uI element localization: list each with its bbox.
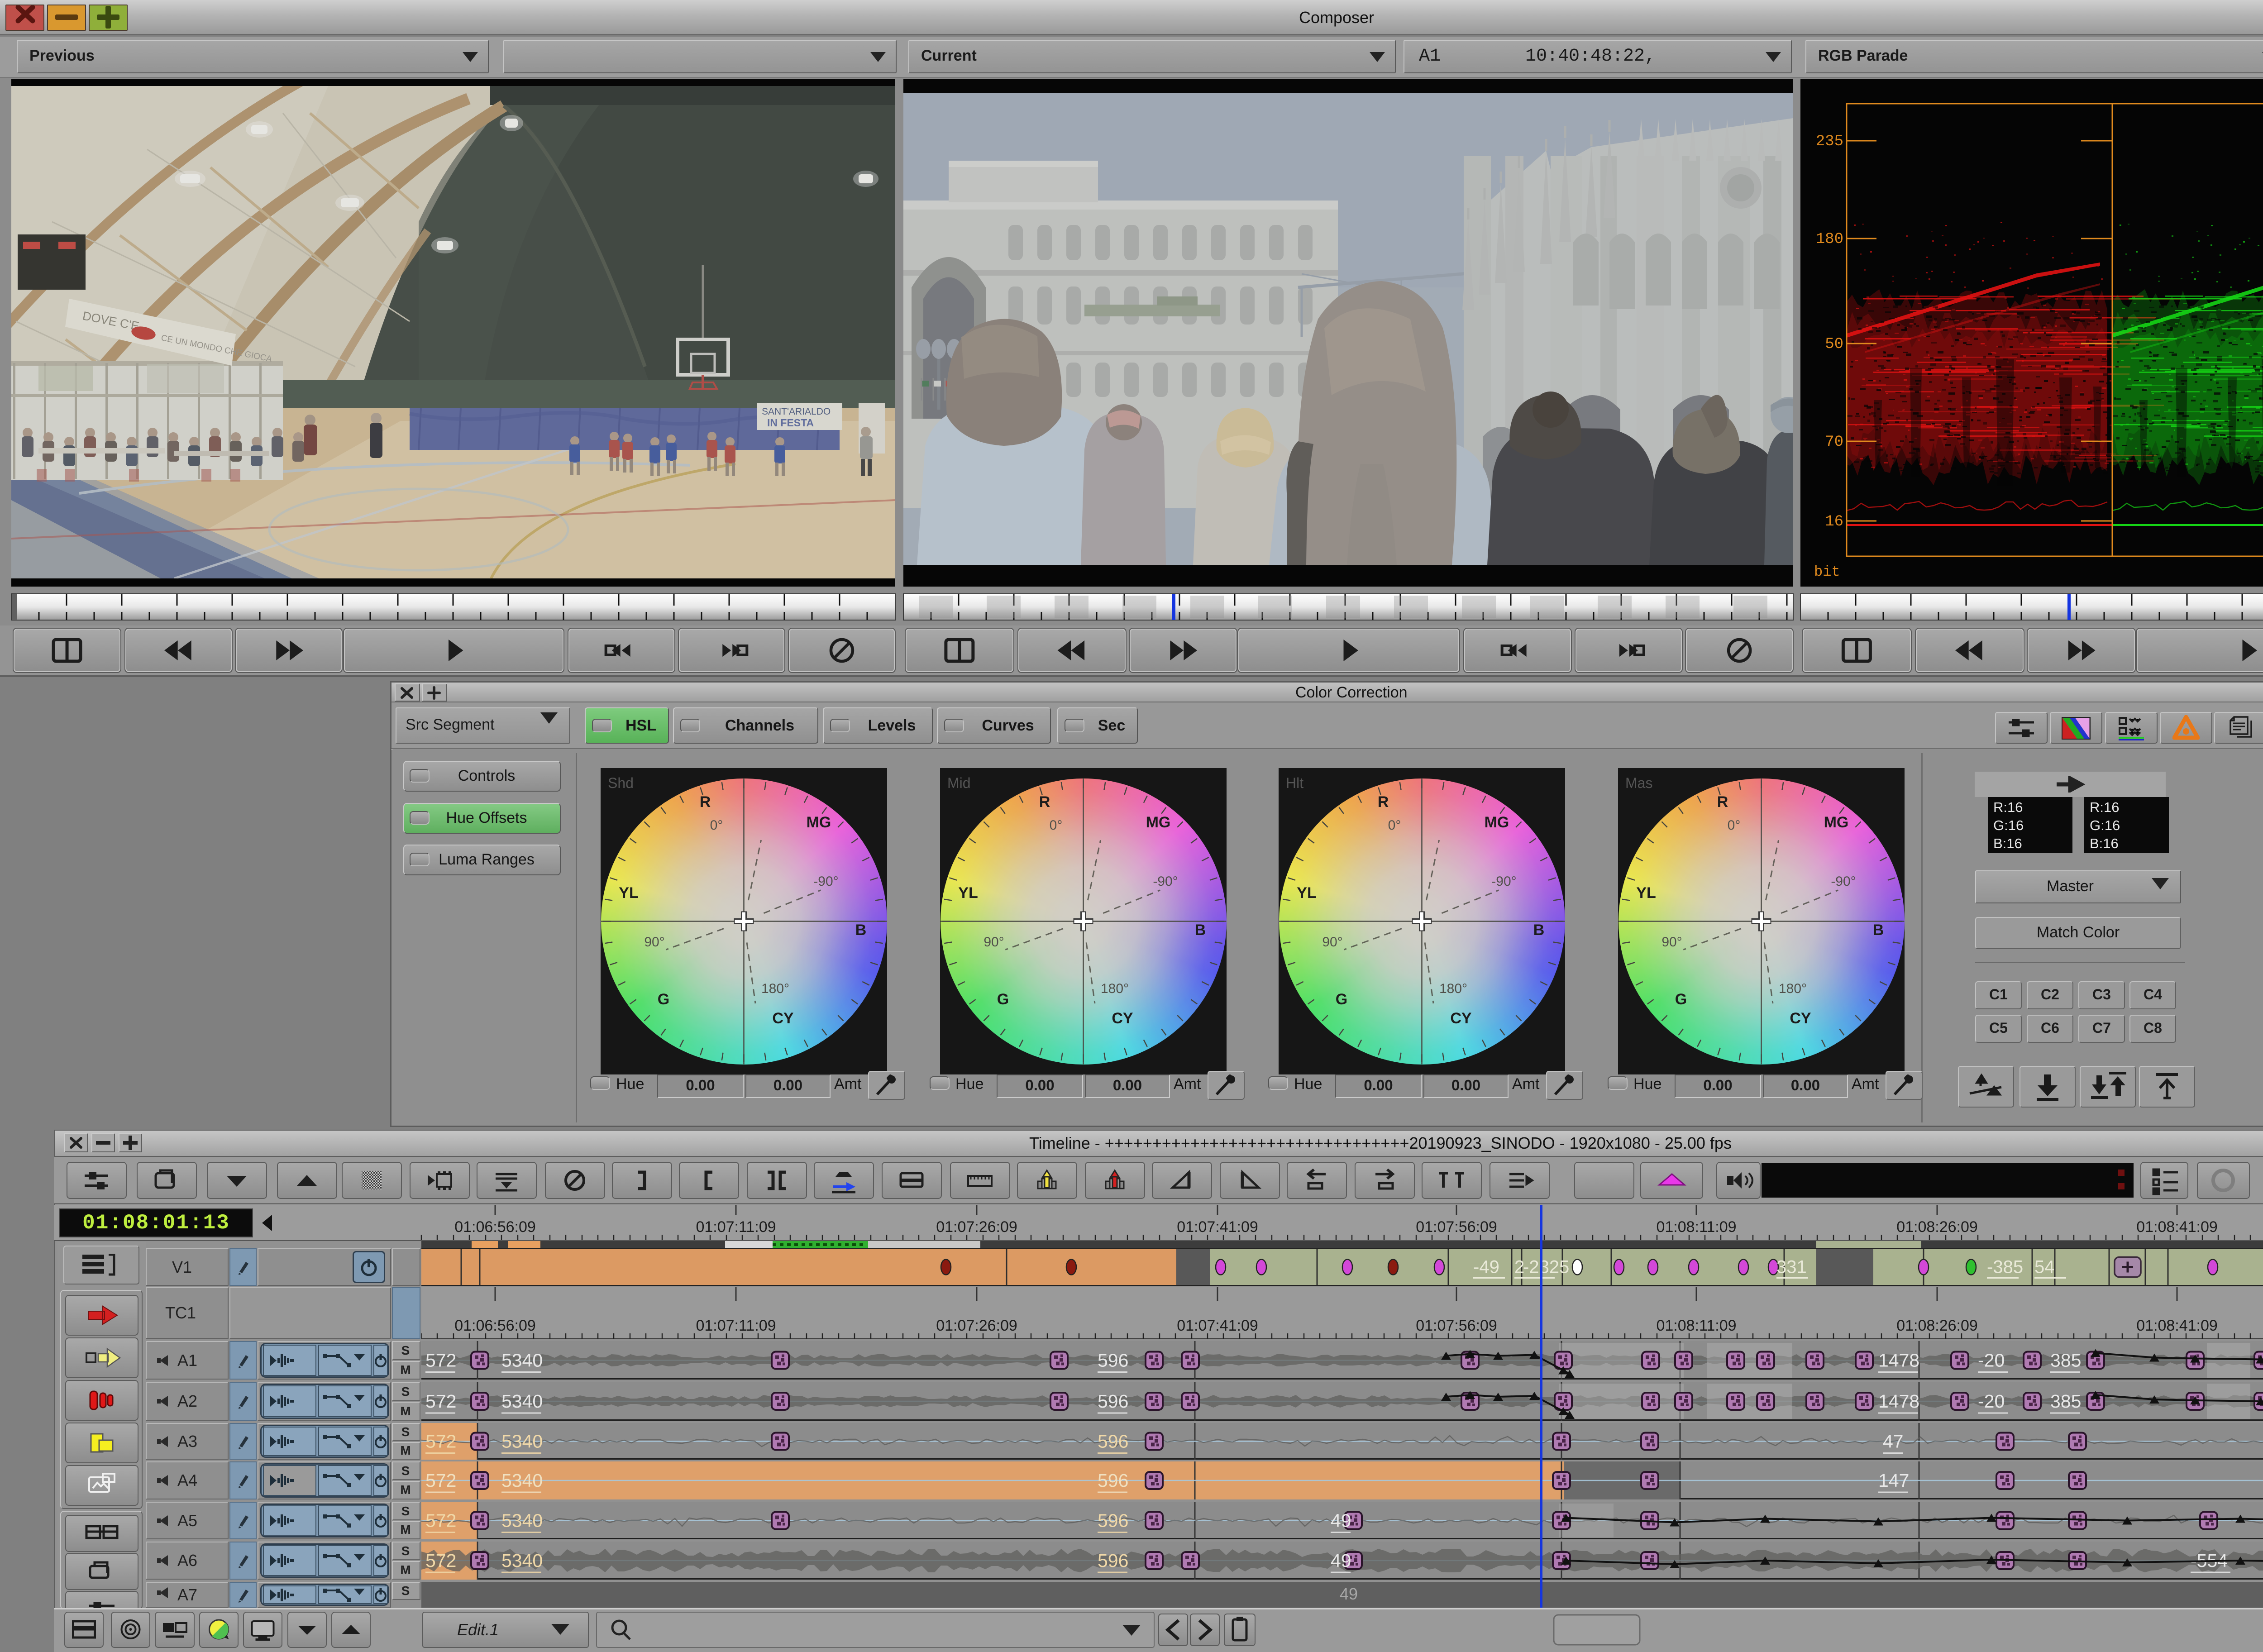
svg-text:01:07:56:09: 01:07:56:09 <box>1416 1218 1497 1236</box>
svg-text:G: G <box>1675 991 1687 1008</box>
svg-text:572: 572 <box>425 1391 456 1412</box>
svg-text:MG: MG <box>1824 814 1849 831</box>
svg-text:49: 49 <box>1331 1550 1351 1571</box>
svg-text:180: 180 <box>1816 231 1843 248</box>
svg-text:70: 70 <box>1825 434 1843 451</box>
svg-text:B: B <box>1533 921 1545 939</box>
svg-text:5340: 5340 <box>501 1510 543 1531</box>
svg-text:5340: 5340 <box>501 1550 543 1571</box>
svg-text:-90°: -90° <box>1153 874 1178 889</box>
svg-text:0°: 0° <box>710 818 723 833</box>
svg-text:385: 385 <box>2050 1391 2081 1412</box>
svg-text:596: 596 <box>1098 1510 1128 1531</box>
svg-text:CY: CY <box>1450 1010 1472 1027</box>
svg-text:5340: 5340 <box>501 1431 543 1452</box>
svg-text:01:08:26:09: 01:08:26:09 <box>1896 1218 1978 1236</box>
svg-text:01:08:11:09: 01:08:11:09 <box>1656 1317 1736 1334</box>
svg-text:180°: 180° <box>1101 981 1129 996</box>
svg-text:572: 572 <box>425 1470 456 1491</box>
svg-text:01:06:56:09: 01:06:56:09 <box>454 1317 536 1334</box>
svg-text:0°: 0° <box>1050 818 1063 833</box>
svg-text:596: 596 <box>1098 1550 1128 1571</box>
svg-text:90°: 90° <box>1322 935 1342 950</box>
svg-text:Edit.1: Edit.1 <box>457 1620 499 1639</box>
svg-text:MG: MG <box>807 814 831 831</box>
svg-text:G: G <box>658 991 669 1008</box>
svg-text:90°: 90° <box>1661 935 1682 950</box>
svg-text:bit: bit <box>1814 563 1840 580</box>
svg-text:CY: CY <box>772 1010 794 1027</box>
svg-text:596: 596 <box>1098 1431 1128 1452</box>
svg-text:235: 235 <box>1816 133 1843 150</box>
svg-text:-20: -20 <box>1978 1391 2005 1412</box>
svg-text:01:07:56:09: 01:07:56:09 <box>1416 1317 1497 1334</box>
svg-text:-20: -20 <box>1978 1350 2005 1371</box>
svg-text:R: R <box>1378 793 1389 811</box>
svg-text:572: 572 <box>425 1431 456 1452</box>
svg-text:331: 331 <box>1776 1257 1807 1277</box>
svg-text:5340: 5340 <box>501 1350 543 1371</box>
svg-text:5340: 5340 <box>501 1470 543 1491</box>
svg-text:5340: 5340 <box>501 1391 543 1412</box>
svg-text:B: B <box>1873 921 1884 939</box>
svg-text:YL: YL <box>1636 884 1656 902</box>
svg-text:47: 47 <box>1883 1431 1904 1452</box>
svg-text:1478: 1478 <box>1878 1350 1919 1371</box>
svg-text:G: G <box>997 991 1009 1008</box>
svg-text:YL: YL <box>619 884 638 902</box>
svg-text:01:08:11:09: 01:08:11:09 <box>1656 1218 1736 1236</box>
svg-text:50: 50 <box>1825 336 1843 353</box>
svg-text:-90°: -90° <box>1491 874 1516 889</box>
svg-text:180°: 180° <box>1779 981 1807 996</box>
svg-text:MG: MG <box>1485 814 1509 831</box>
svg-text:572: 572 <box>425 1350 456 1371</box>
svg-text:B: B <box>1195 921 1206 939</box>
svg-text:R: R <box>700 793 711 811</box>
svg-text:01:07:41:09: 01:07:41:09 <box>1177 1317 1258 1334</box>
svg-text:YL: YL <box>1297 884 1316 902</box>
svg-text:16: 16 <box>1825 513 1843 530</box>
svg-text:596: 596 <box>1098 1470 1128 1491</box>
svg-text:MG: MG <box>1146 814 1171 831</box>
svg-text:572: 572 <box>425 1510 456 1531</box>
svg-text:147: 147 <box>1878 1470 1909 1491</box>
svg-text:596: 596 <box>1098 1350 1128 1371</box>
svg-text:CY: CY <box>1790 1010 1811 1027</box>
svg-text:49: 49 <box>1331 1510 1351 1531</box>
svg-text:596: 596 <box>1098 1391 1128 1412</box>
svg-text:YL: YL <box>958 884 978 902</box>
svg-text:01:07:26:09: 01:07:26:09 <box>936 1317 1017 1334</box>
svg-text:54: 54 <box>2034 1257 2055 1277</box>
svg-text:-385: -385 <box>1987 1257 2023 1277</box>
svg-text:-49: -49 <box>1473 1257 1499 1277</box>
svg-text:G: G <box>1336 991 1347 1008</box>
svg-text:-2325: -2325 <box>1523 1257 1569 1277</box>
svg-text:R: R <box>1717 793 1728 811</box>
svg-text:01:07:11:09: 01:07:11:09 <box>696 1317 776 1334</box>
svg-text:01:08:41:09: 01:08:41:09 <box>2136 1317 2218 1334</box>
svg-text:90°: 90° <box>644 935 664 950</box>
svg-text:1478: 1478 <box>1878 1391 1919 1412</box>
svg-text:01:07:11:09: 01:07:11:09 <box>696 1218 776 1236</box>
svg-text:01:08:41:09: 01:08:41:09 <box>2136 1218 2218 1236</box>
svg-text:180°: 180° <box>1439 981 1467 996</box>
svg-text:B: B <box>855 921 867 939</box>
svg-text:01:06:56:09: 01:06:56:09 <box>454 1218 536 1236</box>
svg-text:R: R <box>1039 793 1050 811</box>
svg-text:CY: CY <box>1112 1010 1133 1027</box>
svg-text:-90°: -90° <box>1831 874 1856 889</box>
svg-text:572: 572 <box>425 1550 456 1571</box>
svg-text:0°: 0° <box>1388 818 1401 833</box>
svg-text:01:08:26:09: 01:08:26:09 <box>1896 1317 1978 1334</box>
svg-text:90°: 90° <box>983 935 1004 950</box>
svg-text:180°: 180° <box>761 981 789 996</box>
svg-text:385: 385 <box>2050 1350 2081 1371</box>
svg-text:01:07:26:09: 01:07:26:09 <box>936 1218 1017 1236</box>
svg-text:01:07:41:09: 01:07:41:09 <box>1177 1218 1258 1236</box>
svg-text:-90°: -90° <box>813 874 838 889</box>
svg-text:0°: 0° <box>1728 818 1741 833</box>
